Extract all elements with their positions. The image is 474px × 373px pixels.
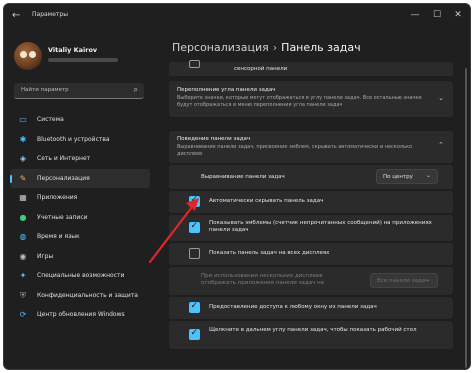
auto-hide-checkbox[interactable] (189, 195, 200, 207)
page-title: Панель задач (281, 41, 361, 54)
title-bar: ← Параметры — ☐ ✕ (4, 4, 470, 28)
sidebar-item-time-language[interactable]: ◍ Время и язык (10, 227, 150, 247)
sidebar-item-label: Центр обновления Windows (37, 311, 125, 318)
sidebar-item-network[interactable]: ◈ Сеть и Интернет (10, 149, 150, 169)
badges-label: Показывать эмблемы (счетчик непрочитанны… (209, 220, 432, 233)
overflow-corner-panel[interactable]: Переполнение угла панели задач Выберите … (169, 81, 453, 117)
search-input[interactable]: Найти параметр ⌕ (14, 83, 144, 99)
minimize-icon[interactable]: — (408, 8, 422, 22)
touchpad-option-label: сенсорной панели (234, 66, 288, 72)
badges-checkbox[interactable] (189, 221, 200, 233)
chevron-down-icon: ⌄ (425, 276, 431, 283)
chevron-down-icon[interactable]: ⌄ (438, 94, 444, 102)
sidebar-item-label: Система (37, 116, 64, 123)
sidebar-item-windows-update[interactable]: ⟳ Центр обновления Windows (10, 305, 150, 325)
monitor-icon: ▭ (19, 115, 27, 124)
refresh-icon: ⟳ (19, 310, 27, 319)
app-title: Параметры (32, 11, 68, 18)
overflow-corner-title: Переполнение угла панели задач (177, 87, 276, 93)
sidebar-nav: ▭ Система ✱ Bluetooth и устройства ◈ Сет… (10, 110, 150, 325)
touchpad-option-row[interactable]: сенсорной панели (169, 60, 453, 76)
search-placeholder: Найти параметр (21, 87, 69, 93)
maximize-icon[interactable]: ☐ (430, 8, 444, 22)
chevron-up-icon[interactable]: ⌃ (438, 141, 444, 149)
auto-hide-label: Автоматически скрывать панель задач (209, 198, 324, 204)
breadcrumb: Персонализация › Панель задач (172, 41, 361, 54)
multi-display-value: Все панели задач (377, 277, 429, 284)
share-window-row[interactable]: Предоставление доступа к любому окну из … (169, 297, 453, 319)
sidebar-item-bluetooth[interactable]: ✱ Bluetooth и устройства (10, 130, 150, 150)
breadcrumb-parent[interactable]: Персонализация (172, 41, 269, 54)
multi-display-row: При использовании нескольких дисплеев от… (169, 267, 453, 295)
sidebar-item-label: Игры (37, 252, 54, 260)
sidebar-item-label: Специальные возможности (37, 272, 125, 279)
apps-icon: ▦ (19, 193, 27, 202)
all-displays-checkbox[interactable] (189, 248, 200, 259)
back-arrow-icon[interactable]: ← (12, 10, 24, 22)
avatar[interactable] (14, 42, 42, 70)
sidebar-item-system[interactable]: ▭ Система (10, 110, 150, 130)
user-email-redacted (48, 58, 118, 62)
sidebar-item-accessibility[interactable]: ✦ Специальные возможности (10, 266, 150, 286)
sidebar-item-label: Персонализация (37, 174, 90, 182)
touchpad-option-checkbox[interactable] (189, 60, 200, 68)
all-displays-row[interactable]: Показать панель задач на всех дисплеях (169, 243, 453, 265)
person-icon: ● (19, 212, 27, 222)
multi-display-label: При использовании нескольких дисплеев от… (201, 273, 325, 286)
sidebar-item-label: Конфиденциальность и защита (37, 291, 138, 299)
brush-icon: ✎ (19, 173, 27, 183)
sidebar-item-personalization[interactable]: ✎ Персонализация (10, 168, 150, 188)
overflow-corner-description: Выберите значки, которые могут отображат… (177, 95, 422, 108)
sidebar-item-accounts[interactable]: ● Учетные записи (10, 208, 150, 228)
user-name: Vitaliy Kairov (48, 46, 98, 54)
behavior-title: Поведение панели задач (177, 136, 251, 142)
auto-hide-row[interactable]: Автоматически скрывать панель задач (169, 191, 453, 213)
sidebar-item-privacy[interactable]: ⛨ Конфиденциальность и защита (10, 286, 150, 306)
chevron-down-icon: ⌄ (425, 172, 431, 179)
shield-icon: ⛨ (20, 290, 26, 300)
share-window-checkbox[interactable] (189, 301, 200, 313)
sidebar-item-label: Учетные записи (37, 213, 88, 221)
badges-row[interactable]: Показывать эмблемы (счетчик непрочитанны… (169, 215, 453, 241)
sidebar-item-label: Время и язык (37, 233, 80, 240)
alignment-row: Выравнивание панели задач По центру ⌄ (169, 165, 453, 189)
breadcrumb-separator: › (272, 41, 278, 54)
all-displays-label: Показать панель задач на всех дисплеях (209, 250, 330, 256)
accessibility-icon: ✦ (19, 271, 27, 280)
main-content: Персонализация › Панель задач сенсорной па… (154, 28, 470, 369)
bluetooth-icon: ✱ (19, 134, 27, 144)
globe-icon: ◍ (19, 232, 27, 241)
show-desktop-row[interactable]: Щелкните в дальнем углу панели задач, чт… (169, 321, 453, 349)
show-desktop-checkbox[interactable] (189, 328, 200, 340)
sidebar-item-gaming[interactable]: ◉ Игры (10, 247, 150, 267)
gamepad-icon: ◉ (19, 251, 27, 261)
alignment-select[interactable]: По центру ⌄ (376, 169, 438, 184)
settings-window: ← Параметры — ☐ ✕ Vitaliy Kairov Найти п… (3, 3, 471, 370)
behavior-description: Выравнивание панели задач, присвоение эм… (177, 144, 413, 157)
sidebar: Vitaliy Kairov Найти параметр ⌕ ▭ Систем… (4, 28, 154, 369)
sidebar-item-apps[interactable]: ▦ Приложения (10, 188, 150, 208)
sidebar-item-label: Bluetooth и устройства (37, 135, 110, 143)
show-desktop-label: Щелкните в дальнем углу панели задач, чт… (209, 327, 417, 333)
behavior-panel[interactable]: Поведение панели задач Выравнивание пане… (169, 131, 453, 163)
wifi-icon: ◈ (19, 154, 27, 163)
share-window-label: Предоставление доступа к любому окну из … (209, 304, 377, 310)
close-icon[interactable]: ✕ (451, 8, 465, 22)
sidebar-item-label: Сеть и Интернет (37, 155, 91, 162)
search-icon[interactable]: ⌕ (134, 85, 138, 95)
scrollbar[interactable] (465, 68, 467, 368)
alignment-value: По центру (383, 173, 413, 180)
sidebar-item-label: Приложения (37, 194, 78, 201)
multi-display-select[interactable]: Все панели задач ⌄ (370, 273, 438, 288)
